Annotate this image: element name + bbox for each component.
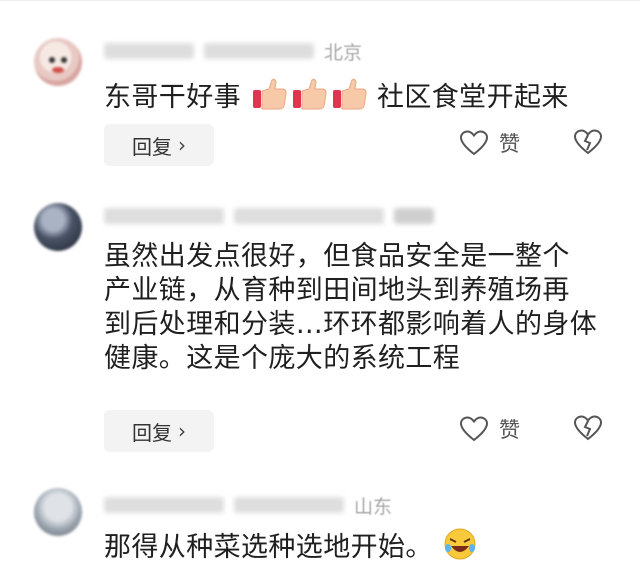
laughing-icon bbox=[442, 527, 478, 569]
timestamp-redacted bbox=[234, 497, 344, 513]
dislike-button[interactable] bbox=[572, 414, 604, 446]
like-button[interactable]: 赞 bbox=[459, 128, 520, 158]
comment-actions: 回复 › 赞 bbox=[104, 124, 616, 166]
comment-text-part: 那得从种菜选种选地开始。 bbox=[104, 532, 433, 563]
like-label: 赞 bbox=[499, 132, 520, 156]
avatar-image bbox=[49, 57, 67, 73]
avatar[interactable] bbox=[34, 488, 82, 536]
reply-label: 回复 bbox=[132, 420, 172, 445]
username-redacted[interactable] bbox=[104, 497, 224, 513]
broken-heart-icon bbox=[573, 129, 603, 155]
like-label: 赞 bbox=[499, 418, 520, 442]
top-divider bbox=[0, 0, 640, 1]
comment-meta bbox=[104, 205, 434, 227]
avatar[interactable] bbox=[34, 203, 82, 251]
comment-text: 东哥干好事 社区食堂开起来 bbox=[104, 76, 616, 121]
comment-meta: 北京 bbox=[104, 40, 363, 64]
location-label: 山东 bbox=[354, 495, 393, 518]
comment-text-line: 虽然出发点很好，但食品安全是一整个 bbox=[104, 241, 570, 272]
broken-heart-icon bbox=[573, 415, 603, 441]
thumbs-up-icon bbox=[250, 76, 368, 121]
avatar[interactable] bbox=[34, 38, 82, 86]
username-redacted[interactable] bbox=[104, 43, 194, 59]
comment-text-line: 健康。这是个庞大的系统工程 bbox=[104, 343, 461, 374]
location-redacted bbox=[394, 208, 434, 224]
comment-text-part: 社区食堂开起来 bbox=[376, 82, 569, 113]
dislike-button[interactable] bbox=[572, 128, 604, 160]
username-redacted[interactable] bbox=[104, 208, 224, 224]
chevron-right-icon: › bbox=[178, 133, 186, 157]
reply-label: 回复 bbox=[132, 134, 172, 159]
comment-text: 那得从种菜选种选地开始。 bbox=[104, 527, 616, 569]
comment-meta: 山东 bbox=[104, 494, 393, 518]
timestamp-redacted bbox=[204, 43, 314, 59]
heart-icon bbox=[459, 130, 489, 156]
like-button[interactable]: 赞 bbox=[459, 414, 520, 444]
comment-actions: 回复 › 赞 bbox=[104, 410, 616, 452]
comment-text-line: 产业链，从育种到田间地头到养殖场再 bbox=[104, 275, 570, 306]
comment-text-part: 东哥干好事 bbox=[104, 82, 241, 113]
reply-button[interactable]: 回复 › bbox=[104, 410, 214, 452]
chevron-right-icon: › bbox=[178, 419, 186, 443]
heart-icon bbox=[459, 416, 489, 442]
location-label: 北京 bbox=[324, 41, 363, 64]
reply-button[interactable]: 回复 › bbox=[104, 124, 214, 166]
comment-text-line: 到后处理和分装…环环都影响着人的身体 bbox=[104, 309, 598, 340]
comment-text: 虽然出发点很好，但食品安全是一整个 产业链，从育种到田间地头到养殖场再 到后处理… bbox=[104, 240, 616, 376]
timestamp-redacted bbox=[234, 208, 384, 224]
